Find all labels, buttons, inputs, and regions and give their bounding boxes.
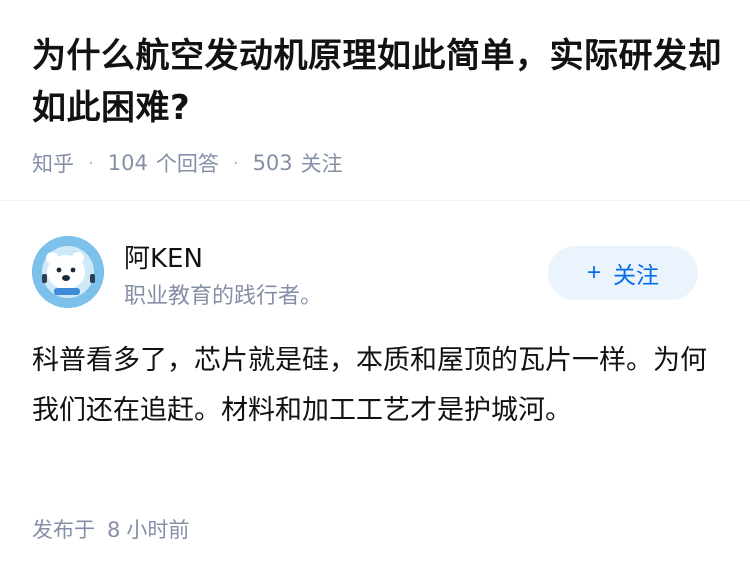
- separator-dot: ·: [88, 152, 94, 174]
- publish-suffix: 小时前: [126, 518, 190, 542]
- answer-count-label[interactable]: 个回答: [156, 148, 219, 178]
- answer-count: 104: [107, 151, 148, 175]
- publish-time: 发布于 8 小时前: [32, 514, 189, 544]
- question-meta: 知乎 · 104 个回答 · 503 关注: [32, 148, 722, 178]
- section-divider: [0, 200, 750, 201]
- separator-dot: ·: [232, 152, 239, 174]
- follow-button-label: 关注: [613, 262, 659, 288]
- author-bio: 职业教育的践行者。: [124, 284, 323, 309]
- publish-hours: 8: [107, 518, 121, 542]
- follower-count: 503: [252, 151, 293, 175]
- polar-bear-avatar-icon[interactable]: [32, 236, 104, 308]
- source-label[interactable]: 知乎: [32, 148, 74, 178]
- author-name[interactable]: 阿KEN: [124, 238, 203, 275]
- publish-prefix: 发布于: [32, 518, 95, 542]
- follow-button[interactable]: + 关注: [548, 246, 698, 300]
- question-title[interactable]: 为什么航空发动机原理如此简单，实际研发却如此困难?: [32, 30, 722, 134]
- plus-icon: +: [586, 259, 601, 286]
- follower-count-label[interactable]: 关注: [301, 148, 343, 178]
- answer-content[interactable]: 科普看多了，芯片就是硅，本质和屋顶的瓦片一样。为何我们还在追赶。材料和加工工艺才…: [32, 336, 712, 436]
- question-header: 为什么航空发动机原理如此简单，实际研发却如此困难? 知乎 · 104 个回答 ·…: [32, 30, 722, 178]
